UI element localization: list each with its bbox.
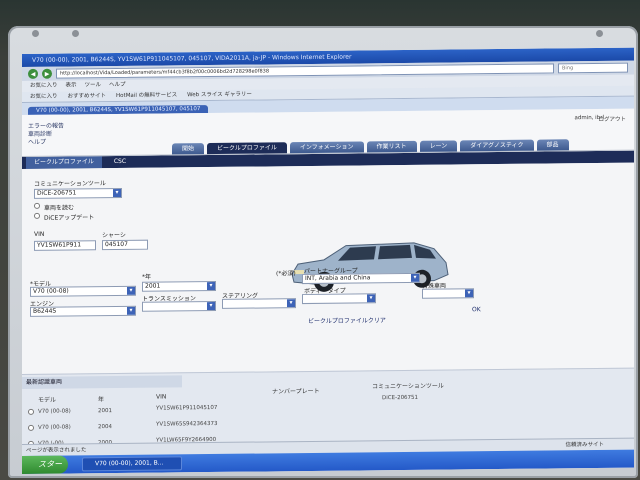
col-vin: VIN xyxy=(156,393,167,401)
year-label: *年 xyxy=(142,273,152,281)
menu-item[interactable]: お気に入り xyxy=(30,81,58,92)
comm-tool-label: コミュニケーションツール xyxy=(34,180,106,188)
tab-information[interactable]: インフォメーション xyxy=(289,141,364,154)
tab-lane[interactable]: レーン xyxy=(419,140,458,152)
col-plate: ナンバープレート xyxy=(272,387,320,396)
tab-diagnostics[interactable]: ダイアグノスティク xyxy=(460,139,534,152)
taskbar-window-button[interactable]: V70 (00-00), 2001, B... xyxy=(82,456,182,472)
start-button[interactable]: スタート xyxy=(22,455,68,474)
favorites-item[interactable]: おすすめサイト xyxy=(68,91,107,101)
clear-profile-link[interactable]: ビークルプロファイルクリア xyxy=(308,315,386,325)
bezel-screw xyxy=(596,30,603,37)
recent-vehicles-title: 最新認識車両 xyxy=(22,375,182,389)
logout-link[interactable]: ログアウト xyxy=(598,115,626,123)
col-model: モデル xyxy=(38,396,57,404)
favorites-item[interactable]: Web スライス ギャラリー xyxy=(187,90,252,101)
tab-parts[interactable]: 部品 xyxy=(536,139,569,151)
app-links: エラーの報告 車両診断 ヘルプ xyxy=(28,123,64,147)
bezel-screw xyxy=(72,30,79,37)
table-row-vin: YV1SW61P911045107 xyxy=(156,404,218,412)
subnav-vehicle-profile[interactable]: ビークルプロファイル xyxy=(26,156,102,169)
col-year: 年 xyxy=(98,396,105,404)
subnav-csc[interactable]: CSC xyxy=(106,156,134,168)
col-tool: コミュニケーションツール xyxy=(372,382,444,391)
help-link[interactable]: ヘルプ xyxy=(28,139,64,147)
read-vehicle-radio[interactable] xyxy=(34,202,40,209)
table-row-model[interactable]: V70 (00-08) xyxy=(38,408,71,414)
vin-field[interactable]: YV1SW61P911 xyxy=(34,240,96,251)
transmission-select[interactable] xyxy=(142,300,216,312)
special-select[interactable] xyxy=(422,288,474,299)
ok-link[interactable]: OK xyxy=(472,306,481,313)
recent-row-radio[interactable] xyxy=(28,408,34,415)
year-select[interactable]: 2001 xyxy=(142,280,216,292)
table-row-year: 2004 xyxy=(98,424,112,431)
chassis-label: シャーシ xyxy=(102,231,126,240)
menu-item[interactable]: ツール xyxy=(85,80,102,91)
report-error-link[interactable]: エラーの報告 xyxy=(28,123,64,131)
back-icon[interactable]: ◀ xyxy=(28,68,38,79)
tab-vehicle-profile[interactable]: ビークルプロファイル xyxy=(207,142,287,155)
table-row-year: 2001 xyxy=(98,408,112,415)
favorites-item[interactable]: お気に入り xyxy=(30,92,58,102)
vin-label: VIN xyxy=(34,230,45,238)
recent-row-radio[interactable] xyxy=(28,424,34,431)
comm-tool-select[interactable]: DiCE-206751 xyxy=(34,187,122,199)
model-select[interactable]: V70 (00-08) xyxy=(30,285,136,297)
steering-select[interactable] xyxy=(222,298,296,309)
engine-select[interactable]: B6244S xyxy=(30,305,136,317)
table-row-model[interactable]: V70 (00-08) xyxy=(38,424,71,430)
body-select[interactable] xyxy=(302,293,376,305)
table-row-vin: YV1SW65S942364373 xyxy=(156,420,218,428)
required-note: (*必須) xyxy=(276,270,296,278)
bezel-screw xyxy=(32,30,39,37)
app-header: エラーの報告 車両診断 ヘルプ admin, ibrl ログアウト 開始 ビーク… xyxy=(22,108,634,157)
table-row-tool: DiCE-206751 xyxy=(382,394,419,402)
dice-update-radio[interactable] xyxy=(34,212,40,219)
chassis-field[interactable]: 045107 xyxy=(102,239,148,251)
vehicle-profile-form: コミュニケーションツール DiCE-206751 車両を読む DiCEアップデー… xyxy=(22,162,634,374)
menu-item[interactable]: 表示 xyxy=(66,80,77,91)
dice-update-label: DiCEアップデート xyxy=(44,214,95,222)
tab-worklist[interactable]: 作業リスト xyxy=(366,140,417,153)
forward-icon[interactable]: ▶ xyxy=(42,68,52,79)
screen: V70 (00-00), 2001, B6244S, YV1SW61P91104… xyxy=(22,47,634,475)
search-input[interactable]: Bing xyxy=(558,62,628,74)
favorites-item[interactable]: HotMail の無料サービス xyxy=(116,90,177,101)
menu-item[interactable]: ヘルプ xyxy=(109,80,126,91)
read-vehicle-label: 車両を読む xyxy=(44,204,75,212)
status-text: ページが表示されました xyxy=(26,447,87,454)
partner-select[interactable]: INT, Arabia and China xyxy=(302,272,420,285)
tab-start[interactable]: 開始 xyxy=(172,143,205,155)
